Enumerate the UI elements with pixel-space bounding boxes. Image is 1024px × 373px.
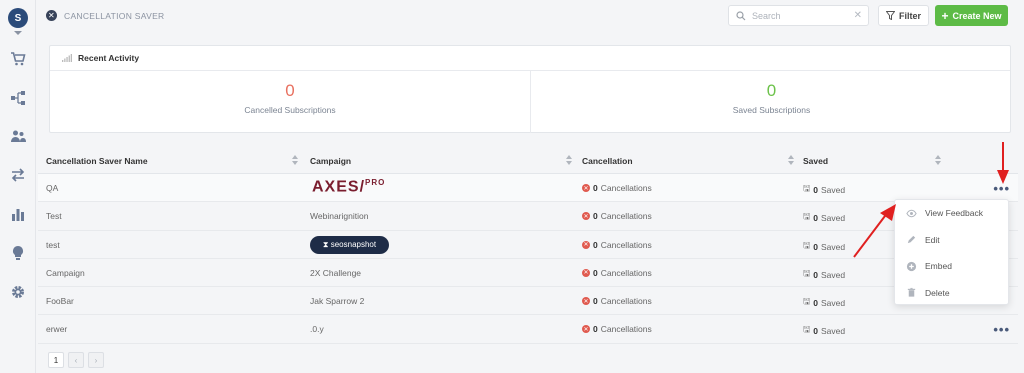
recent-activity-card: Recent Activity 0 Cancelled Subscription…	[49, 45, 1011, 133]
column-header-campaign[interactable]: Campaign	[310, 156, 351, 166]
recent-activity-header: Recent Activity	[50, 46, 1010, 71]
row-name[interactable]: test	[46, 240, 60, 250]
plus-icon: +	[941, 8, 949, 23]
menu-item-view-feedback[interactable]: View Feedback	[895, 200, 1008, 227]
column-header-saved[interactable]: Saved	[803, 156, 828, 166]
save-disk-icon: 🖫	[803, 296, 811, 307]
search-input[interactable]	[752, 10, 842, 21]
row-name[interactable]: Campaign	[46, 268, 85, 278]
saved-count: 0	[766, 81, 777, 100]
row-campaign: .0.y	[310, 324, 324, 335]
row-name[interactable]: Test	[46, 211, 62, 221]
annotation-arrow-diagonal-icon	[853, 204, 896, 258]
users-icon[interactable]	[10, 128, 26, 144]
next-page-button[interactable]: ›	[88, 352, 104, 368]
page-title: ✕ CANCELLATION SAVER	[46, 10, 165, 21]
saved-cell: 🖫 0 Saved	[803, 239, 846, 252]
x-circle-icon: ✕	[582, 240, 590, 249]
plus-circle-icon	[906, 261, 917, 271]
save-disk-icon: 🖫	[803, 267, 811, 278]
save-disk-icon: 🖫	[803, 211, 811, 222]
x-circle-icon: ✕	[582, 212, 590, 221]
row-name[interactable]: erwer	[46, 324, 67, 334]
row-campaign: 2X Challenge	[310, 267, 362, 278]
close-circle-icon: ✕	[46, 10, 57, 21]
save-disk-icon: 🖫	[803, 324, 811, 335]
row-campaign: Jak Sparrow 2	[310, 296, 365, 307]
cancellation-cell: ✕ 0 Cancellations	[582, 183, 652, 193]
clear-search-icon[interactable]: ✕	[854, 10, 862, 21]
table-row[interactable]: FooBar Jak Sparrow 2 ✕ 0 Cancellations 🖫 0 S…	[38, 287, 1018, 316]
table-row[interactable]: erwer .0.y ✕ 0 Cancellations 🖫 0 Saved •••	[38, 315, 1018, 344]
menu-item-embed[interactable]: Embed	[895, 253, 1008, 280]
save-disk-icon: 🖫	[803, 239, 811, 250]
x-circle-icon: ✕	[582, 268, 590, 277]
sort-icon[interactable]	[935, 155, 941, 165]
saved-cell: 🖫 0 Saved	[803, 183, 846, 195]
sidebar: S	[0, 0, 36, 373]
row-campaign: Webinarignition	[310, 211, 369, 222]
campaign-logo-seosnapshot: ⧗ seosnapshot	[310, 235, 389, 254]
saved-cell: 🖫 0 Saved	[803, 267, 846, 280]
sort-icon[interactable]	[566, 155, 572, 165]
x-circle-icon: ✕	[582, 184, 590, 192]
cancellation-cell: ✕ 0 Cancellations	[582, 324, 652, 335]
saved-cell: 🖫 0 Saved	[803, 324, 846, 337]
top-bar: ✕ CANCELLATION SAVER ✕ Filter + Create N…	[36, 0, 1024, 32]
transfer-icon[interactable]	[10, 167, 26, 183]
saved-label: Saved Subscriptions	[732, 105, 811, 115]
trash-icon	[907, 288, 916, 297]
create-new-button[interactable]: + Create New	[935, 5, 1008, 26]
saved-subscriptions-stat: 0 Saved Subscriptions	[531, 71, 1012, 133]
x-circle-icon: ✕	[582, 325, 590, 334]
search-icon	[736, 10, 746, 20]
table-header: Cancellation Saver Name Campaign Cancell…	[38, 146, 1018, 174]
pencil-icon	[907, 236, 916, 244]
eye-icon	[906, 209, 917, 217]
app-logo[interactable]: S	[8, 8, 28, 28]
menu-item-edit[interactable]: Edit	[895, 227, 1008, 254]
search-box[interactable]: ✕	[728, 5, 869, 26]
row-name[interactable]: FooBar	[46, 296, 74, 306]
signal-bars-icon	[62, 54, 72, 62]
pagination: 1 ‹ ›	[48, 352, 104, 368]
row-actions-menu-icon[interactable]: •••	[993, 322, 1010, 337]
page-1-button[interactable]: 1	[48, 352, 64, 368]
table-row[interactable]: Campaign 2X Challenge ✕ 0 Cancellations 🖫 0…	[38, 259, 1018, 288]
cancellation-cell: ✕ 0 Cancellations	[582, 296, 652, 307]
table-row[interactable]: QA AXES/PRO ✕ 0 Cancellations 🖫 0 Saved •••	[38, 174, 1018, 203]
cancellation-cell: ✕ 0 Cancellations	[582, 267, 652, 278]
column-header-cancellation[interactable]: Cancellation	[582, 156, 633, 166]
cart-icon[interactable]	[10, 51, 26, 67]
menu-item-delete[interactable]: Delete	[895, 280, 1008, 307]
annotation-arrow-down-icon	[997, 142, 1009, 184]
gear-icon[interactable]	[10, 284, 26, 300]
campaign-logo-axes-pro: AXES/PRO	[312, 178, 386, 196]
save-disk-icon: 🖫	[803, 183, 811, 193]
prev-page-button[interactable]: ‹	[68, 352, 84, 368]
cancelled-label: Cancelled Subscriptions	[244, 105, 336, 115]
filter-icon	[885, 11, 895, 20]
cancellation-cell: ✕ 0 Cancellations	[582, 211, 652, 222]
row-actions-dropdown: View Feedback Edit Embed Delete	[894, 199, 1009, 305]
saved-cell: 🖫 0 Saved	[803, 211, 846, 224]
flow-icon[interactable]	[10, 90, 26, 106]
saved-cell: 🖫 0 Saved	[803, 296, 846, 309]
sort-icon[interactable]	[292, 155, 298, 165]
row-name[interactable]: QA	[46, 183, 58, 193]
cancellation-cell: ✕ 0 Cancellations	[582, 239, 652, 250]
cancelled-count: 0	[285, 81, 295, 100]
bulb-icon[interactable]	[10, 245, 26, 261]
sort-icon[interactable]	[788, 155, 794, 165]
filter-button[interactable]: Filter	[878, 5, 929, 26]
logo-dropdown-caret-icon[interactable]	[14, 31, 22, 35]
x-circle-icon: ✕	[582, 297, 590, 306]
column-header-name[interactable]: Cancellation Saver Name	[46, 156, 148, 166]
cancelled-subscriptions-stat: 0 Cancelled Subscriptions	[50, 71, 531, 133]
chart-icon[interactable]	[10, 206, 26, 222]
